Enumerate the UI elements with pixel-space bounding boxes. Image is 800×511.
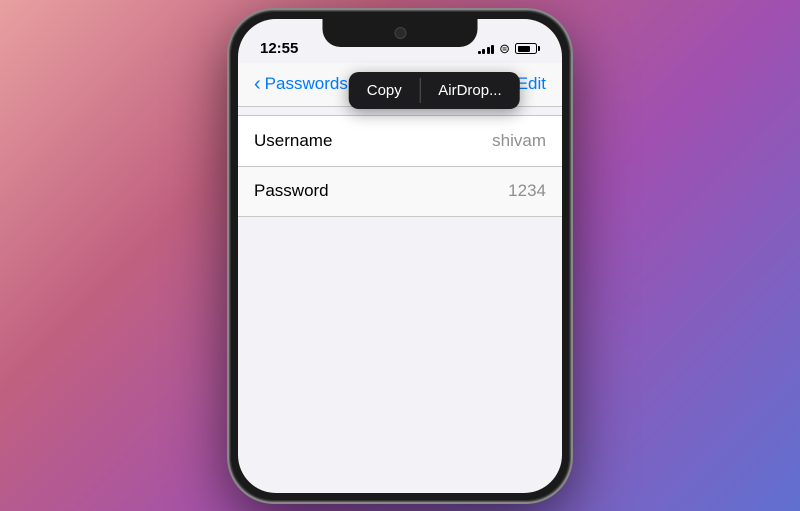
context-menu: Copy AirDrop... — [349, 72, 520, 109]
notch — [323, 19, 478, 47]
back-label: Passwords — [265, 74, 348, 94]
battery-icon — [515, 43, 540, 54]
phone-frame: 12:55 ⊜ — [230, 11, 570, 501]
username-row[interactable]: Username shivam Copy AirDrop... — [238, 116, 562, 166]
back-chevron-icon: ‹ — [254, 74, 261, 94]
wifi-icon: ⊜ — [499, 41, 510, 57]
username-label: Username — [254, 131, 332, 151]
status-time: 12:55 — [260, 40, 298, 57]
back-button[interactable]: ‹ Passwords — [254, 74, 348, 94]
status-icons: ⊜ — [478, 41, 540, 57]
password-row[interactable]: Password 1234 — [238, 166, 562, 216]
airdrop-button[interactable]: AirDrop... — [420, 72, 519, 109]
camera — [394, 27, 406, 39]
content-area: Username shivam Copy AirDrop... Password — [238, 107, 562, 217]
username-value: shivam — [492, 131, 546, 151]
password-label: Password — [254, 181, 329, 201]
edit-button[interactable]: Edit — [517, 74, 546, 94]
credentials-section: Username shivam Copy AirDrop... Password — [238, 115, 562, 217]
signal-icon — [478, 43, 495, 54]
phone-wrapper: 12:55 ⊜ — [210, 11, 590, 501]
phone-screen: 12:55 ⊜ — [238, 19, 562, 493]
copy-button[interactable]: Copy — [349, 72, 420, 109]
password-value: 1234 — [508, 181, 546, 201]
